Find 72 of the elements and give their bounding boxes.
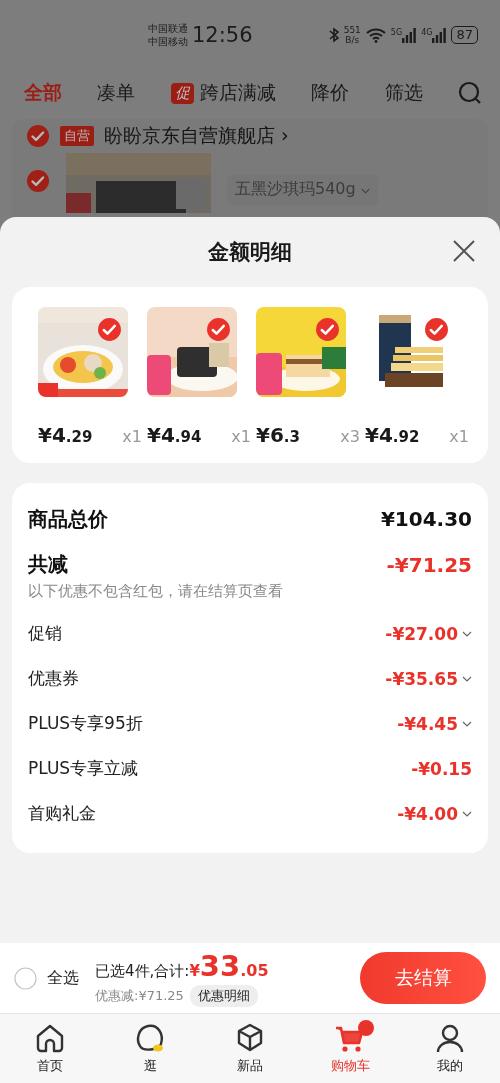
product-checkbox[interactable] (424, 317, 449, 342)
chevron-down-icon[interactable] (462, 630, 472, 637)
battery-level: 87 (451, 26, 478, 44)
product-price: ¥4.29 (38, 423, 93, 447)
bluetooth-icon (328, 27, 339, 43)
filter-tab[interactable]: 凑单 (97, 80, 136, 106)
signal-icon (432, 27, 447, 43)
discount-note: 以下优惠不包含红包，请在结算页查看 (28, 582, 284, 601)
product-quantity: x1 (449, 427, 469, 446)
product-quantity: x1 (231, 427, 251, 446)
product-checkbox[interactable] (97, 317, 122, 342)
product-quantity: x1 (122, 427, 142, 446)
clock-time: 12:56 (192, 23, 254, 47)
discount-amount: -¥35.65 (385, 668, 458, 689)
signal-icon (402, 27, 417, 43)
sheet-title: 金额明细 (208, 239, 292, 266)
tab-item[interactable]: 我的 (400, 1014, 500, 1083)
product-checkbox[interactable] (206, 317, 231, 342)
discount-type: 首购礼金 (28, 802, 96, 825)
network-type: 5G (390, 27, 403, 37)
chevron-down-icon (360, 188, 370, 194)
search-icon[interactable] (457, 81, 482, 105)
home-icon (34, 1022, 66, 1054)
order-total: ¥33.05 (189, 949, 269, 983)
saving-amount: 优惠减:¥71.25 (95, 987, 184, 1005)
discount-amount: -¥4.00 (397, 803, 458, 824)
product-price: ¥4.92 (365, 423, 420, 447)
filter-tab[interactable]: 跨店满减 (199, 80, 276, 106)
discount-details-button[interactable]: 优惠明细 (189, 985, 258, 1007)
tab-item[interactable]: 首页 (0, 1014, 100, 1083)
discount-type: 优惠券 (28, 667, 79, 690)
product-quantity: x3 (340, 427, 360, 446)
chevron-down-icon[interactable] (462, 675, 472, 682)
discount-type: PLUS专享立减 (28, 757, 139, 780)
discount-type: PLUS专享95折 (28, 712, 143, 735)
discount-amount: -¥4.45 (397, 713, 458, 734)
close-icon[interactable] (452, 239, 476, 263)
discount-type: 促销 (28, 622, 62, 645)
total-label: 商品总价 (28, 505, 108, 533)
item-checkbox[interactable] (26, 169, 50, 193)
network-speed: 551 (343, 25, 361, 35)
carrier-name: 中国移动 (148, 35, 188, 48)
product-price: ¥4.94 (147, 423, 202, 447)
filter-tab[interactable]: 筛选 (384, 80, 423, 106)
speed-unit: B/s (345, 35, 360, 45)
discount-amount: -¥0.15 (411, 758, 472, 779)
product-price: ¥6.3 (256, 423, 300, 447)
discount-amount: -¥27.00 (385, 623, 458, 644)
chevron-down-icon[interactable] (462, 720, 472, 727)
store-name[interactable]: 盼盼京东自营旗舰店 › (104, 123, 289, 149)
store-checkbox[interactable] (26, 124, 50, 148)
variant-selector[interactable]: 五黑沙琪玛540g (227, 175, 378, 205)
selection-summary: 已选4件,合计: (95, 962, 190, 981)
tab-item[interactable]: 新品 (200, 1014, 300, 1083)
discount-label: 共减 (28, 551, 68, 578)
carrier-name: 中国联通 (148, 22, 188, 35)
wifi-icon (365, 27, 386, 43)
checkout-button[interactable]: 去结算 (360, 952, 486, 1004)
tab-item[interactable]: 逛 (100, 1014, 200, 1083)
select-all-checkbox[interactable] (14, 966, 37, 990)
store-tag: 自营 (60, 126, 94, 146)
network-type: 4G (421, 27, 433, 37)
blob-icon (134, 1022, 166, 1054)
promo-badge: 促 (170, 82, 194, 104)
filter-tab[interactable]: 降价 (311, 80, 350, 106)
tab-item[interactable]: 购物车 (300, 1014, 400, 1083)
product-checkbox[interactable] (315, 317, 340, 342)
discount-value: -¥71.25 (386, 552, 472, 577)
total-value: ¥104.30 (380, 507, 472, 531)
chevron-down-icon[interactable] (462, 810, 472, 817)
person-icon (434, 1022, 466, 1054)
select-all-label[interactable]: 全选 (47, 967, 79, 989)
